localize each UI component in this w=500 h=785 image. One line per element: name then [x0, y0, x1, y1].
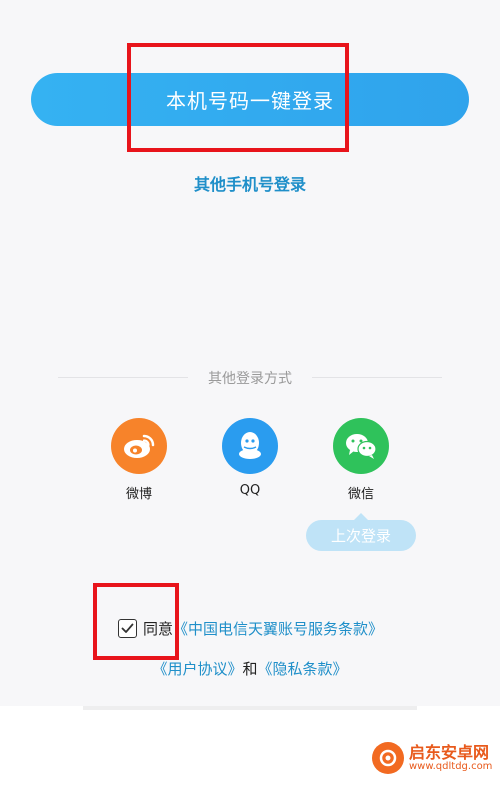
checkmark-icon	[121, 623, 134, 633]
one-click-login-button[interactable]: 本机号码一键登录	[31, 73, 469, 126]
one-click-login-label: 本机号码一键登录	[166, 89, 334, 113]
other-login-methods-label: 其他登录方式	[208, 371, 292, 387]
agreement-row-2: 《用户协议》和《隐私条款》	[0, 658, 500, 679]
watermark-title: 启东安卓网	[409, 742, 490, 762]
wechat-icon	[333, 418, 389, 474]
weibo-icon	[111, 418, 167, 474]
qq-login-button[interactable]: QQ	[210, 418, 290, 498]
watermark: 启东安卓网 www.qdltdg.com	[372, 742, 492, 774]
watermark-url: www.qdltdg.com	[409, 761, 493, 773]
last-login-tooltip: 上次登录	[306, 513, 416, 551]
weibo-login-button[interactable]: 微博	[99, 418, 179, 502]
bottom-strip	[83, 706, 417, 710]
privacy-link[interactable]: 《隐私条款》	[258, 660, 348, 678]
agree-prefix: 同意	[143, 619, 174, 638]
wechat-label: 微信	[347, 487, 374, 502]
telecom-terms-link[interactable]: 《中国电信天翼账号服务条款》	[173, 618, 383, 639]
qq-label: QQ	[239, 483, 261, 498]
agree-checkbox[interactable]	[118, 618, 137, 638]
agreement-row: 同意 《中国电信天翼账号服务条款》	[118, 616, 383, 640]
wechat-login-button[interactable]: 微信	[321, 418, 401, 502]
other-phone-login-link[interactable]: 其他手机号登录	[0, 171, 500, 195]
and-text: 和	[242, 660, 258, 678]
user-agreement-link[interactable]: 《用户协议》	[152, 660, 242, 678]
weibo-label: 微博	[125, 487, 152, 502]
watermark-logo-icon	[372, 742, 404, 774]
qq-icon	[222, 418, 278, 474]
